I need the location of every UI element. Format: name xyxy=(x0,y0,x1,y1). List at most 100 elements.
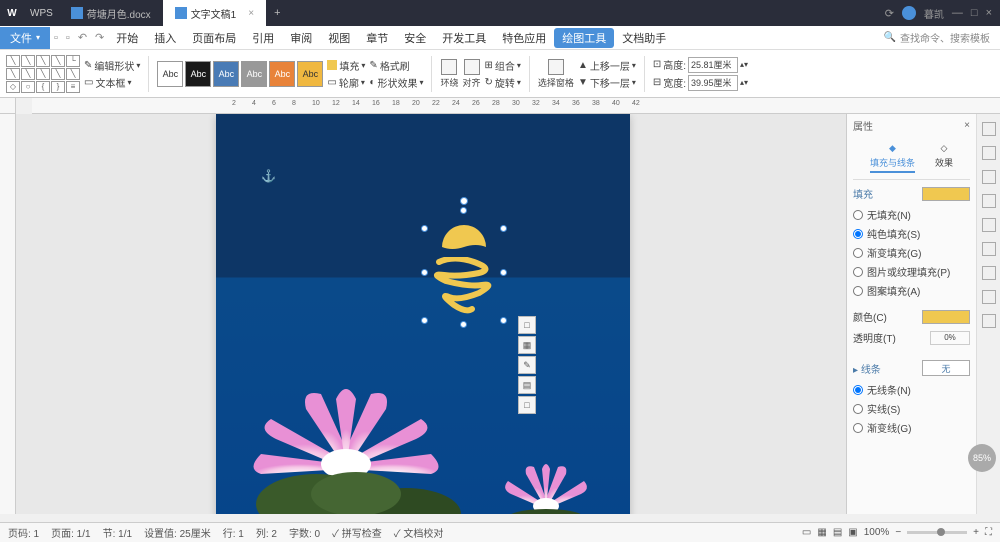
lotus-small[interactable] xyxy=(496,459,596,514)
line-style-select[interactable]: 无 xyxy=(922,360,970,376)
file-menu[interactable]: 文件▾ xyxy=(0,27,50,49)
radio-pattern-fill[interactable] xyxy=(853,286,863,296)
view-mode-icon[interactable]: ▣ xyxy=(848,527,857,538)
menu-draw-tools[interactable]: 绘图工具 xyxy=(554,28,614,48)
close-icon[interactable]: × xyxy=(248,8,254,19)
view-mode-icon[interactable]: ▦ xyxy=(817,527,826,538)
tab-fill-line[interactable]: ◆填充与线条 xyxy=(870,143,915,173)
document-page[interactable]: ⚓ xyxy=(216,114,630,514)
toolbar-icon[interactable]: ↷ xyxy=(91,31,108,44)
up-layer-button[interactable]: ▲上移一层▾ xyxy=(578,58,636,73)
app-logo[interactable]: W xyxy=(0,1,24,25)
radio-solid-fill[interactable] xyxy=(853,229,863,239)
panel-close-icon[interactable]: × xyxy=(964,120,970,131)
selected-shape-moon[interactable] xyxy=(424,209,504,324)
radio-solid-line[interactable] xyxy=(853,404,863,414)
wrap-button[interactable]: 环绕 xyxy=(440,59,458,89)
rotate-handle[interactable] xyxy=(460,197,468,205)
reflection-shape[interactable] xyxy=(424,257,504,317)
align-button[interactable]: 对齐 xyxy=(463,59,481,89)
radio-pic-fill[interactable] xyxy=(853,267,863,277)
transparency-value[interactable]: 0% xyxy=(930,331,970,345)
tool-icon-3[interactable] xyxy=(982,170,996,184)
zoom-in-button[interactable]: + xyxy=(973,527,979,538)
text-box-button[interactable]: ▭文本框▾ xyxy=(84,75,140,90)
lily-pads[interactable] xyxy=(246,464,486,514)
menu-layout[interactable]: 页面布局 xyxy=(184,30,244,46)
search-box[interactable]: 🔍查找命令、搜索模板 xyxy=(884,30,1000,45)
menu-view[interactable]: 视图 xyxy=(320,30,358,46)
tool-icon-8[interactable] xyxy=(982,290,996,304)
ruler-vertical[interactable] xyxy=(0,114,16,514)
tool-icon-7[interactable] xyxy=(982,266,996,280)
close-button[interactable]: × xyxy=(986,7,992,19)
radio-gradient-fill[interactable] xyxy=(853,248,863,258)
maximize-button[interactable]: □ xyxy=(971,7,978,19)
radio-no-fill[interactable] xyxy=(853,210,863,220)
menu-doc-helper[interactable]: 文档助手 xyxy=(614,30,674,46)
style-swatch-3[interactable]: Abc xyxy=(213,61,239,87)
color-picker[interactable] xyxy=(922,310,970,324)
menu-security[interactable]: 安全 xyxy=(396,30,434,46)
shape-options-icon[interactable]: ▤ xyxy=(518,376,536,394)
fill-button[interactable]: 填充▾ xyxy=(327,58,365,73)
edit-shape-button[interactable]: ✎编辑形状▾ xyxy=(84,58,140,73)
outline-button[interactable]: ▭轮廓▾ xyxy=(327,75,365,90)
style-swatch-5[interactable]: Abc xyxy=(269,61,295,87)
menu-ref[interactable]: 引用 xyxy=(244,30,282,46)
toolbar-icon[interactable]: ↶ xyxy=(74,31,91,44)
minimize-button[interactable]: — xyxy=(952,7,963,19)
radio-no-line[interactable] xyxy=(853,385,863,395)
tool-icon-2[interactable] xyxy=(982,146,996,160)
radio-gradient-line[interactable] xyxy=(853,423,863,433)
selection-pane-button[interactable]: 选择窗格 xyxy=(538,59,574,89)
style-swatch-2[interactable]: Abc xyxy=(185,61,211,87)
tool-icon-6[interactable] xyxy=(982,242,996,256)
width-input[interactable]: 39.95厘米 xyxy=(688,75,738,91)
down-layer-button[interactable]: ▼下移一层▾ xyxy=(578,75,636,90)
status-wordcount[interactable]: 字数: 0 xyxy=(289,525,320,540)
menu-review[interactable]: 审阅 xyxy=(282,30,320,46)
status-doccheck[interactable]: ✓ 文档校对 xyxy=(394,525,444,540)
height-input[interactable]: 25.81厘米 xyxy=(688,57,738,73)
zoom-level[interactable]: 100% xyxy=(864,527,890,538)
zoom-out-button[interactable]: − xyxy=(895,527,901,538)
menu-section[interactable]: 章节 xyxy=(358,30,396,46)
status-spellcheck[interactable]: ✓ 拼写检查 xyxy=(332,525,382,540)
fill-color-swatch[interactable] xyxy=(922,187,970,201)
ruler-horizontal[interactable]: 24681012141618202224262830323436384042 xyxy=(32,98,1000,114)
format-painter-button[interactable]: ✎格式刷 xyxy=(369,58,423,73)
view-mode-icon[interactable]: ▤ xyxy=(833,527,842,538)
avatar[interactable] xyxy=(902,6,916,20)
outline-options-icon[interactable]: ✎ xyxy=(518,356,536,374)
shape-gallery[interactable]: ╲╲╲╲└ ╲╲╲╲╲ ◇○{}≡ xyxy=(6,55,80,93)
fullscreen-icon[interactable]: ⛶ xyxy=(985,527,992,538)
new-tab-button[interactable]: + xyxy=(266,7,288,19)
menu-start[interactable]: 开始 xyxy=(108,30,146,46)
style-swatch-4[interactable]: Abc xyxy=(241,61,267,87)
sync-icon[interactable]: ⟳ xyxy=(885,7,894,20)
menu-dev[interactable]: 开发工具 xyxy=(434,30,494,46)
tab-doc-1[interactable]: 荷塘月色.docx xyxy=(59,0,163,26)
layout-options-icon[interactable]: □ xyxy=(518,316,536,334)
style-swatch-1[interactable]: Abc xyxy=(157,61,183,87)
shape-effects-button[interactable]: ◐形状效果▾ xyxy=(369,75,423,90)
tab-doc-2[interactable]: 文字文稿1× xyxy=(163,0,266,26)
canvas[interactable]: ⚓ xyxy=(16,114,846,514)
tab-effect[interactable]: ◇效果 xyxy=(935,143,953,173)
tool-icon-5[interactable] xyxy=(982,218,996,232)
view-mode-icon[interactable]: ▭ xyxy=(802,527,811,538)
tool-icon-4[interactable] xyxy=(982,194,996,208)
group-button[interactable]: ⊞组合▾ xyxy=(485,58,521,73)
style-swatch-6[interactable]: Abc xyxy=(297,61,323,87)
toolbar-icon[interactable]: ▫ xyxy=(62,32,74,44)
menu-insert[interactable]: 插入 xyxy=(146,30,184,46)
tool-icon-9[interactable] xyxy=(982,314,996,328)
toolbar-icon[interactable]: ▫ xyxy=(50,32,62,44)
tool-icon-1[interactable] xyxy=(982,122,996,136)
more-options-icon[interactable]: □ xyxy=(518,396,536,414)
status-page[interactable]: 页码: 1 xyxy=(8,525,39,540)
menu-special[interactable]: 特色应用 xyxy=(494,30,554,46)
fill-options-icon[interactable]: ▦ xyxy=(518,336,536,354)
progress-badge[interactable]: 85% xyxy=(968,444,996,472)
